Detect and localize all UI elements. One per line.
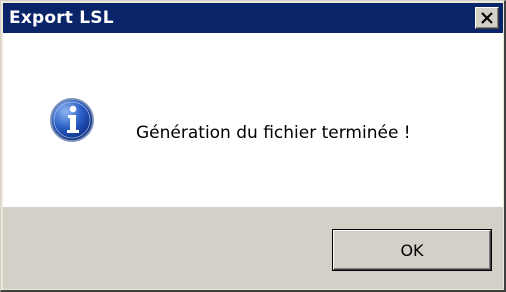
window-title: Export LSL bbox=[9, 8, 114, 28]
message-text: Génération du fichier terminée ! bbox=[136, 123, 411, 143]
ok-button[interactable]: OK bbox=[333, 230, 491, 270]
title-bar[interactable]: Export LSL bbox=[3, 3, 503, 33]
close-icon bbox=[480, 9, 494, 28]
info-icon bbox=[49, 97, 95, 143]
message-area: Génération du fichier terminée ! bbox=[3, 33, 503, 207]
close-button[interactable] bbox=[475, 7, 499, 29]
dialog-window: Export LSL Génération du fichier terminé… bbox=[0, 0, 506, 292]
button-bar: OK bbox=[3, 207, 503, 289]
